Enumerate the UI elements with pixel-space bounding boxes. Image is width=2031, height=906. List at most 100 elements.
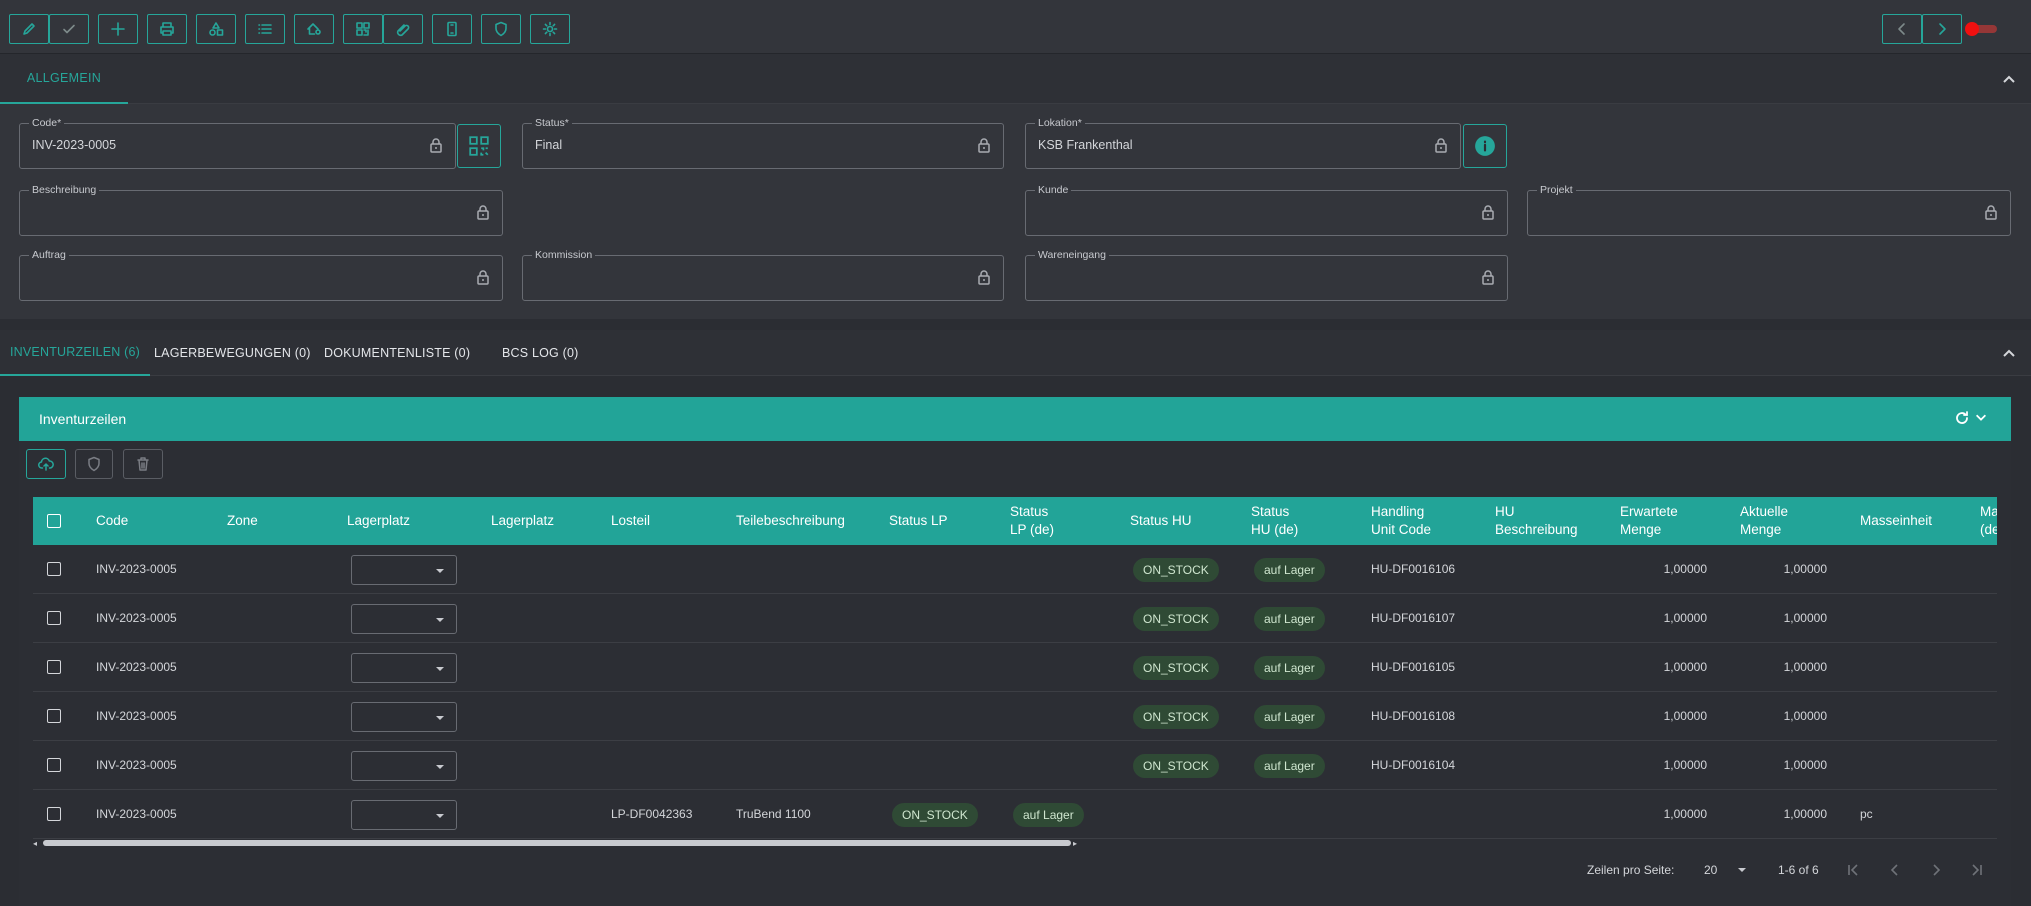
settings-button[interactable] — [530, 14, 570, 44]
row-checkbox[interactable] — [47, 758, 61, 772]
table-row[interactable]: INV-2023-0005 ON_STOCK auf Lager HU-DF00… — [33, 643, 1997, 692]
previous-record-button[interactable] — [1882, 14, 1922, 44]
rows-per-page-select[interactable]: 20 — [1704, 858, 1746, 882]
code-field[interactable]: Code* INV-2023-0005 — [19, 117, 456, 169]
status-toggle[interactable] — [1965, 22, 1999, 36]
row-checkbox[interactable] — [47, 709, 61, 723]
shield-action-button[interactable] — [75, 449, 113, 479]
collapse-detail-button[interactable] — [1999, 343, 2019, 363]
next-page-button[interactable] — [1926, 860, 1946, 880]
column-header-aktuelle-menge[interactable]: Aktuelle Menge — [1740, 497, 1830, 545]
status-field[interactable]: Status* Final — [522, 117, 1004, 169]
gear-icon — [542, 21, 558, 37]
edit-button[interactable] — [9, 14, 49, 44]
column-header-status-lp[interactable]: Status LP — [889, 497, 999, 545]
column-header-losteil[interactable]: Losteil — [611, 497, 721, 545]
trash-icon — [137, 457, 149, 471]
lagerplatz-select[interactable] — [351, 702, 457, 732]
row-checkbox[interactable] — [47, 562, 61, 576]
print-button[interactable] — [147, 14, 187, 44]
column-header-status-hu[interactable]: Status HU — [1130, 497, 1240, 545]
last-page-button[interactable] — [1967, 860, 1987, 880]
lagerplatz-select[interactable] — [351, 800, 457, 830]
auftrag-field[interactable]: Auftrag — [19, 249, 503, 301]
kunde-field[interactable]: Kunde — [1025, 184, 1508, 236]
wareneingang-field[interactable]: Wareneingang — [1025, 249, 1508, 301]
scroll-left-icon[interactable]: ◂ — [33, 839, 37, 848]
beschreibung-label: Beschreibung — [29, 184, 100, 196]
table-row[interactable]: INV-2023-0005 ON_STOCK auf Lager HU-DF00… — [33, 594, 1997, 643]
refresh-button[interactable] — [1954, 410, 1972, 428]
add-button[interactable] — [98, 14, 138, 44]
lagerplatz-select[interactable] — [351, 604, 457, 634]
collapse-general-button[interactable] — [1999, 69, 2019, 89]
beschreibung-field[interactable]: Beschreibung — [19, 184, 503, 236]
confirm-button[interactable] — [49, 14, 89, 44]
select-all-checkbox[interactable] — [47, 514, 61, 528]
table-row[interactable]: INV-2023-0005 ON_STOCK auf Lager HU-DF00… — [33, 741, 1997, 790]
column-header-masseinheit[interactable]: Masseinheit — [1860, 497, 1960, 545]
lagerplatz-select[interactable] — [351, 653, 457, 683]
row-checkbox[interactable] — [47, 660, 61, 674]
column-header-masseinheit-de[interactable]: Ma (de — [1980, 497, 1997, 545]
table-row[interactable]: INV-2023-0005 ON_STOCK auf Lager HU-DF00… — [33, 692, 1997, 741]
delete-button[interactable] — [123, 449, 163, 479]
link-button[interactable] — [383, 14, 423, 44]
column-header-teilebeschreibung[interactable]: Teilebeschreibung — [736, 497, 866, 545]
paperclip-icon — [396, 24, 410, 37]
projekt-field[interactable]: Projekt — [1527, 184, 2011, 236]
wareneingang-label: Wareneingang — [1035, 249, 1109, 261]
caret-down-icon — [436, 814, 444, 818]
chevron-left-icon — [1890, 864, 1898, 876]
column-header-hu-code[interactable]: Handling Unit Code — [1371, 497, 1481, 545]
cell-hu-code: HU-DF0016107 — [1371, 611, 1456, 625]
scrollbar-thumb[interactable] — [43, 840, 1071, 846]
location-tag-button[interactable] — [294, 14, 334, 44]
kommission-field[interactable]: Kommission — [522, 249, 1004, 301]
column-header-hu-beschreibung[interactable]: HU Beschreibung — [1495, 497, 1605, 545]
lock-icon — [476, 204, 490, 220]
cell-aktuelle-menge: 1,00000 — [1783, 562, 1827, 576]
column-header-lagerplatz-2[interactable]: Lagerplatz — [491, 497, 601, 545]
lock-icon — [1481, 204, 1495, 220]
status-hu-chip: ON_STOCK — [1133, 705, 1219, 729]
table-row[interactable]: INV-2023-0005 ON_STOCK auf Lager HU-DF00… — [33, 545, 1997, 594]
column-header-status-lp-de[interactable]: Status LP (de) — [1010, 497, 1090, 545]
lagerplatz-select[interactable] — [351, 555, 457, 585]
qr-code-button[interactable] — [343, 14, 383, 44]
location-info-button[interactable] — [1463, 124, 1507, 168]
column-header-lagerplatz[interactable]: Lagerplatz — [347, 497, 467, 545]
qr-scan-button[interactable] — [457, 124, 501, 168]
list-button[interactable] — [245, 14, 285, 44]
lagerplatz-select[interactable] — [351, 751, 457, 781]
upload-button[interactable] — [26, 449, 66, 479]
lokation-field[interactable]: Lokation* KSB Frankenthal — [1025, 117, 1461, 169]
previous-page-button[interactable] — [1885, 860, 1905, 880]
tab-inventurzeilen[interactable]: INVENTURZEILEN (6) — [0, 330, 151, 376]
column-header-status-hu-de[interactable]: Status HU (de) — [1251, 497, 1331, 545]
next-record-button[interactable] — [1922, 14, 1962, 44]
mobile-button[interactable] — [432, 14, 472, 44]
cell-aktuelle-menge: 1,00000 — [1783, 611, 1827, 625]
cell-hu-code: HU-DF0016108 — [1371, 709, 1456, 723]
tab-lagerbewegungen[interactable]: LAGERBEWEGUNGEN (0) — [154, 330, 311, 376]
horizontal-scrollbar[interactable]: ◂ ▸ — [33, 838, 1997, 848]
first-page-button[interactable] — [1843, 860, 1863, 880]
cell-aktuelle-menge: 1,00000 — [1783, 758, 1827, 772]
tab-dokumentenliste[interactable]: DOKUMENTENLISTE (0) — [324, 330, 470, 376]
column-header-erwartete-menge[interactable]: Erwartete Menge — [1620, 497, 1710, 545]
caret-down-icon — [1738, 868, 1746, 872]
shield-button[interactable] — [481, 14, 521, 44]
tab-allgemein[interactable]: ALLGEMEIN — [0, 54, 128, 104]
column-header-code[interactable]: Code — [96, 497, 216, 545]
table-row[interactable]: INV-2023-0005 LP-DF0042363 TruBend 1100 … — [33, 790, 1997, 839]
row-checkbox[interactable] — [47, 807, 61, 821]
scroll-right-icon[interactable]: ▸ — [1073, 839, 1077, 848]
tab-bcs-log[interactable]: BCS LOG (0) — [502, 330, 579, 376]
plus-icon — [111, 22, 125, 36]
column-header-zone[interactable]: Zone — [227, 497, 347, 545]
expand-grid-button[interactable] — [1974, 410, 1992, 428]
shapes-button[interactable] — [196, 14, 236, 44]
toggle-knob — [1965, 22, 1979, 36]
row-checkbox[interactable] — [47, 611, 61, 625]
